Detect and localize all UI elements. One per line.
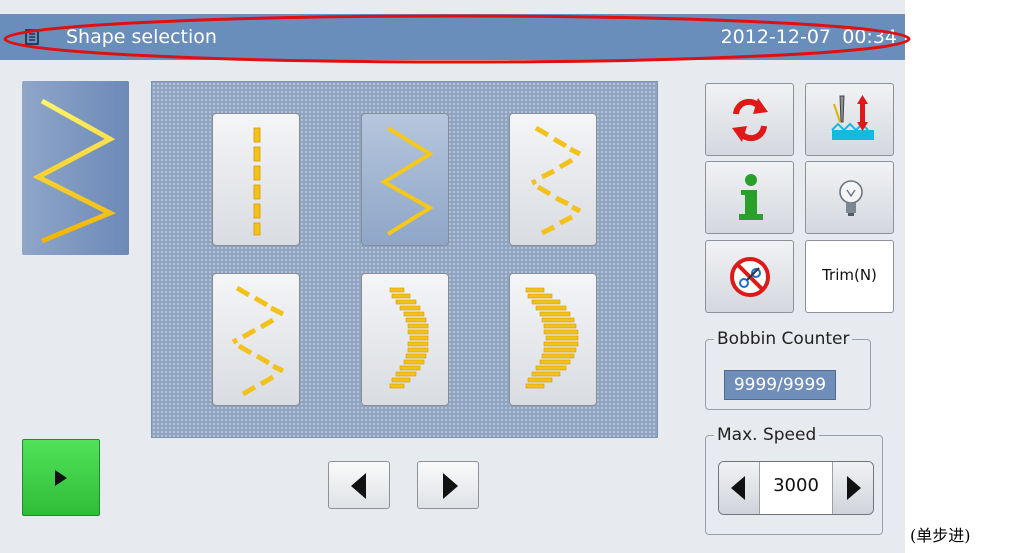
dashed-straight-pattern-icon (253, 127, 261, 236)
title-bar: Shape selection 2012-12-07 00:34 (0, 14, 905, 60)
pattern-tile-dashed-zigzag[interactable] (509, 113, 597, 246)
chevron-right-icon (443, 473, 458, 499)
chevron-left-icon (351, 473, 366, 499)
machine-screen: Shape selection 2012-12-07 00:34 Trim(N)… (0, 0, 905, 553)
speed-stepper: 3000 (718, 461, 874, 515)
trim-button-label: Trim(N) (822, 266, 877, 284)
pattern-tile-dashed-straight[interactable] (212, 113, 300, 246)
max-speed-group: Max. Speed 3000 (705, 424, 883, 535)
zigzag-preview-icon (32, 98, 117, 244)
speed-increase-button[interactable] (832, 462, 873, 514)
play-icon (55, 470, 67, 486)
bobbin-counter-label: Bobbin Counter (714, 328, 853, 350)
curved-bars-pattern-icon (389, 287, 429, 389)
date-display: 2012-12-07 (720, 26, 831, 48)
triangle-left-icon (731, 476, 745, 500)
time-display: 00:34 (842, 26, 897, 48)
pattern-tile-dashed-zigzag-wide[interactable] (212, 273, 300, 406)
lightbulb-button[interactable] (805, 161, 894, 234)
page-title: Shape selection (66, 26, 217, 48)
pattern-grid (151, 81, 658, 438)
bobbin-counter-value[interactable]: 9999/9999 (724, 370, 836, 400)
caption-note: (单步进) (910, 526, 971, 545)
pattern-tile-zigzag[interactable] (361, 113, 449, 246)
previous-page-button[interactable] (328, 461, 390, 509)
pattern-tile-curved-bars-left[interactable] (361, 273, 449, 406)
pattern-tile-curved-bars-right[interactable] (509, 273, 597, 406)
speed-value: 3000 (773, 475, 819, 496)
triangle-right-icon (847, 476, 861, 500)
speed-decrease-button[interactable] (719, 462, 760, 514)
document-icon (25, 29, 39, 45)
zigzag-pattern-icon (380, 126, 434, 236)
curved-bars-long-pattern-icon (525, 287, 579, 389)
info-button[interactable] (705, 161, 794, 234)
next-page-button[interactable] (417, 461, 479, 509)
trim-button[interactable]: Trim(N) (805, 240, 894, 313)
needle-height-icon (831, 95, 874, 140)
bobbin-counter-group: Bobbin Counter 9999/9999 (705, 328, 871, 410)
no-trim-icon (730, 257, 770, 297)
info-icon (739, 174, 763, 220)
trim-disable-button[interactable] (705, 240, 794, 313)
rotate-button[interactable] (705, 83, 794, 156)
lightbulb-icon (839, 180, 863, 216)
needle-height-button[interactable] (805, 83, 894, 156)
current-pattern-preview (22, 81, 129, 255)
dashed-zigzag-pattern-icon (530, 125, 582, 236)
rotate-icon (732, 98, 768, 142)
play-button[interactable] (22, 439, 100, 516)
max-speed-label: Max. Speed (714, 424, 820, 446)
dashed-zigzag-wide-pattern-icon (231, 285, 285, 397)
